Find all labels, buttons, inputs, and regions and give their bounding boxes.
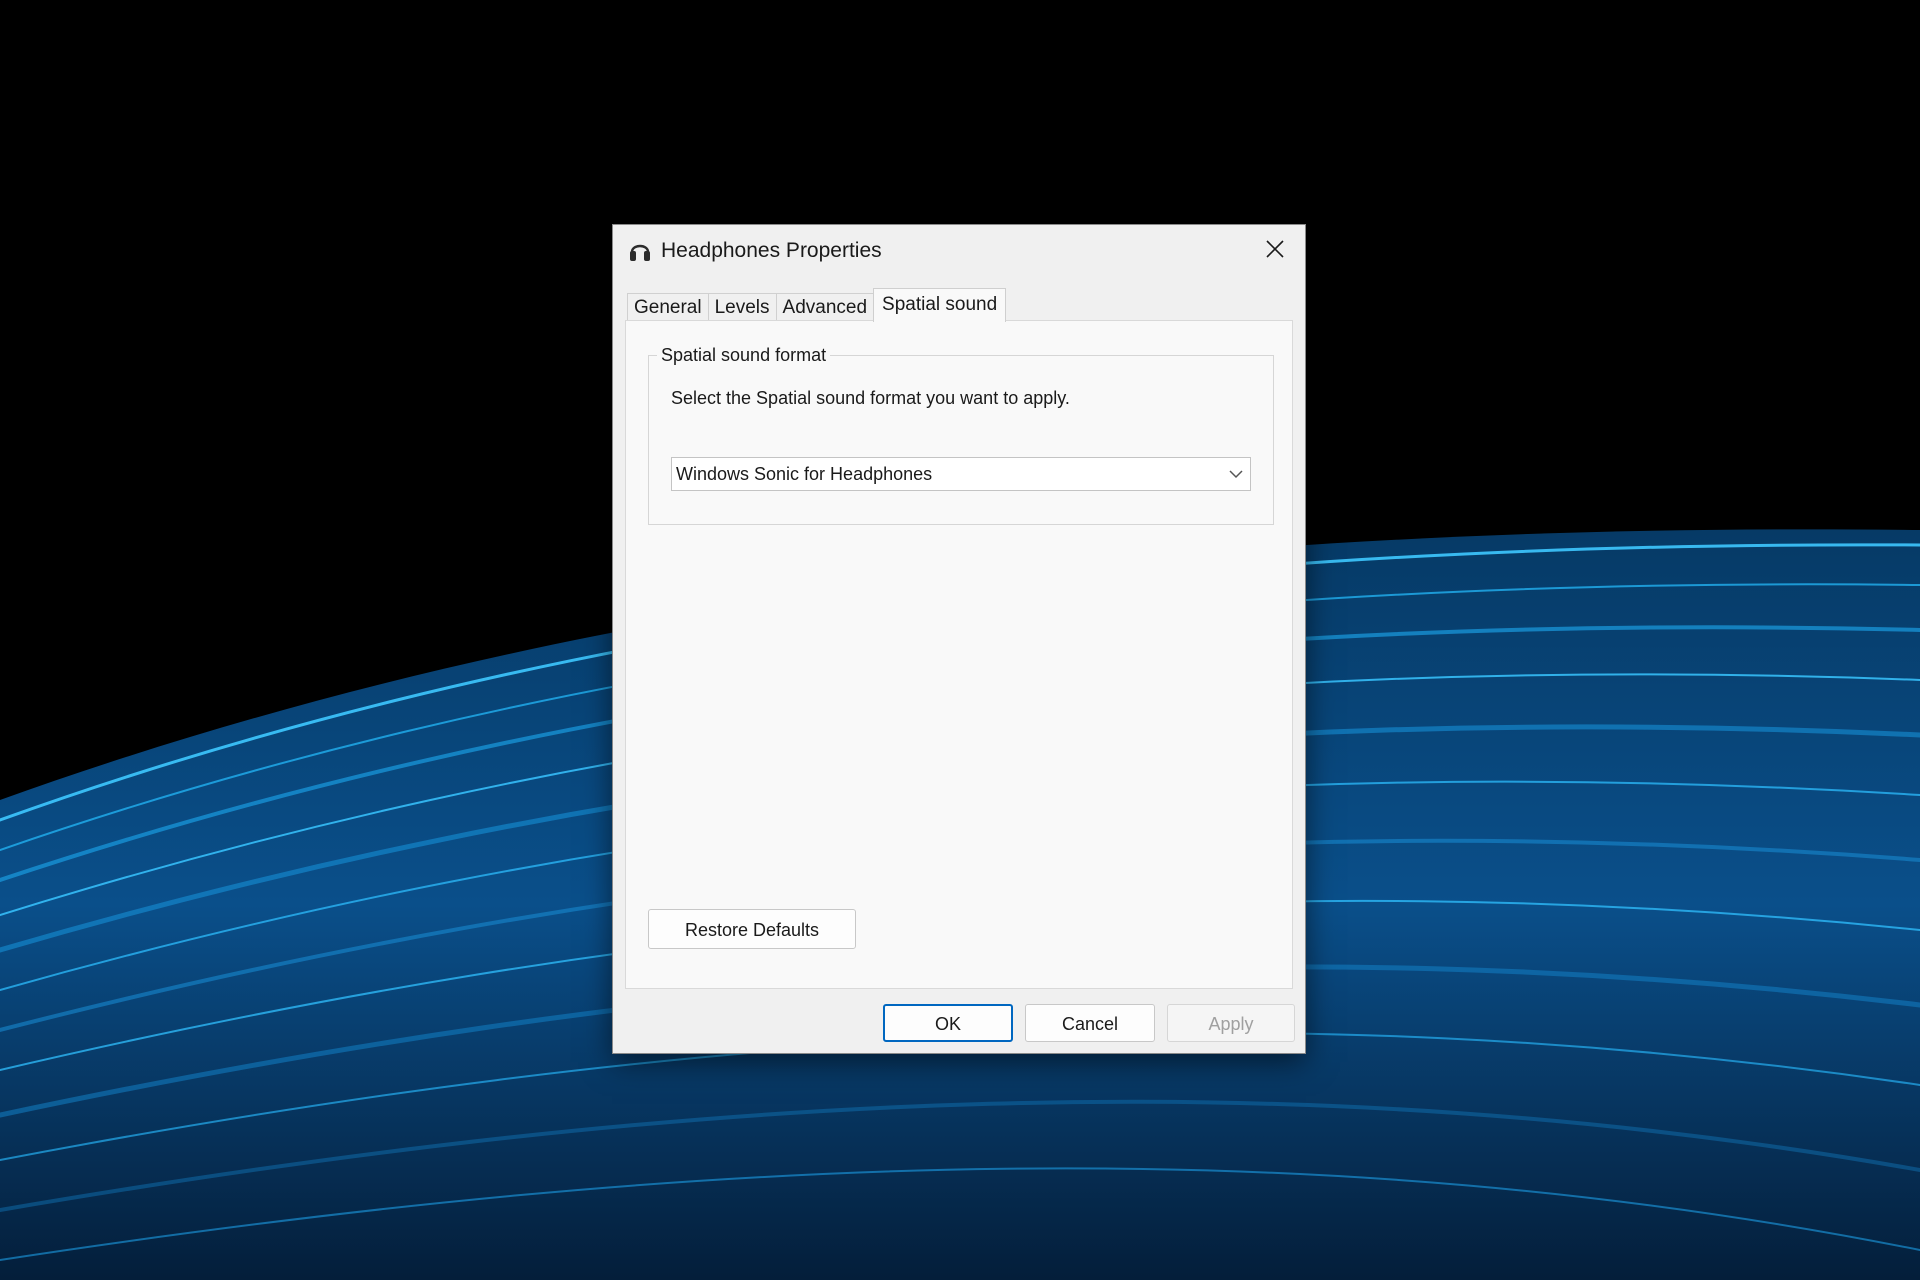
- close-button[interactable]: [1245, 225, 1305, 277]
- close-icon: [1266, 239, 1284, 263]
- dropdown-selected-value: Windows Sonic for Headphones: [676, 464, 933, 484]
- spatial-sound-panel: Spatial sound format Select the Spatial …: [625, 320, 1293, 989]
- headphones-icon: [629, 238, 651, 264]
- restore-defaults-button[interactable]: Restore Defaults: [648, 909, 856, 949]
- tab-strip: General Levels Advanced Spatial sound: [627, 288, 1007, 322]
- spatial-format-dropdown[interactable]: Windows Sonic for Headphones: [671, 457, 1251, 491]
- tab-advanced[interactable]: Advanced: [775, 293, 875, 321]
- tab-general[interactable]: General: [627, 293, 709, 321]
- apply-button[interactable]: Apply: [1167, 1004, 1295, 1042]
- tab-levels[interactable]: Levels: [707, 293, 777, 321]
- tab-spatial-sound[interactable]: Spatial sound: [873, 288, 1007, 322]
- format-description: Select the Spatial sound format you want…: [671, 388, 1070, 408]
- ok-button[interactable]: OK: [883, 1004, 1013, 1042]
- desktop: Headphones Properties General Levels Adv…: [0, 0, 1920, 1280]
- title-bar[interactable]: Headphones Properties: [613, 225, 1305, 277]
- cancel-button[interactable]: Cancel: [1025, 1004, 1155, 1042]
- window-title: Headphones Properties: [661, 239, 882, 262]
- group-label: Spatial sound format: [657, 343, 831, 367]
- chevron-down-icon: [1228, 467, 1244, 481]
- spatial-sound-format-group: Spatial sound format Select the Spatial …: [648, 343, 1274, 525]
- headphones-properties-dialog: Headphones Properties General Levels Adv…: [612, 224, 1306, 1054]
